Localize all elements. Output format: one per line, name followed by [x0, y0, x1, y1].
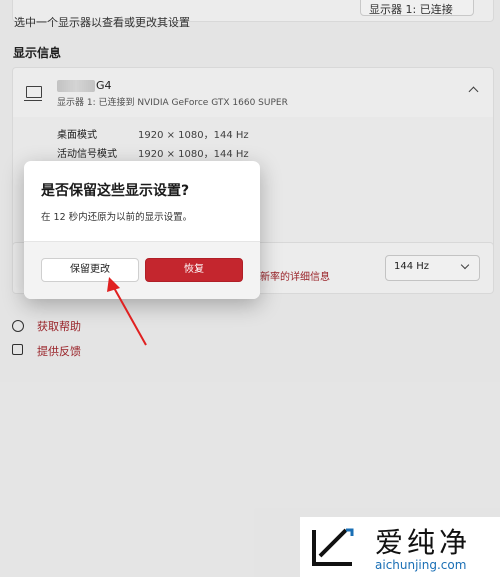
watermark-url: aichunjing.com — [375, 558, 467, 572]
logo-mark-icon — [312, 528, 354, 566]
watermark-brand: 爱纯净 — [375, 526, 472, 559]
arrow-annotation-icon — [107, 277, 147, 346]
